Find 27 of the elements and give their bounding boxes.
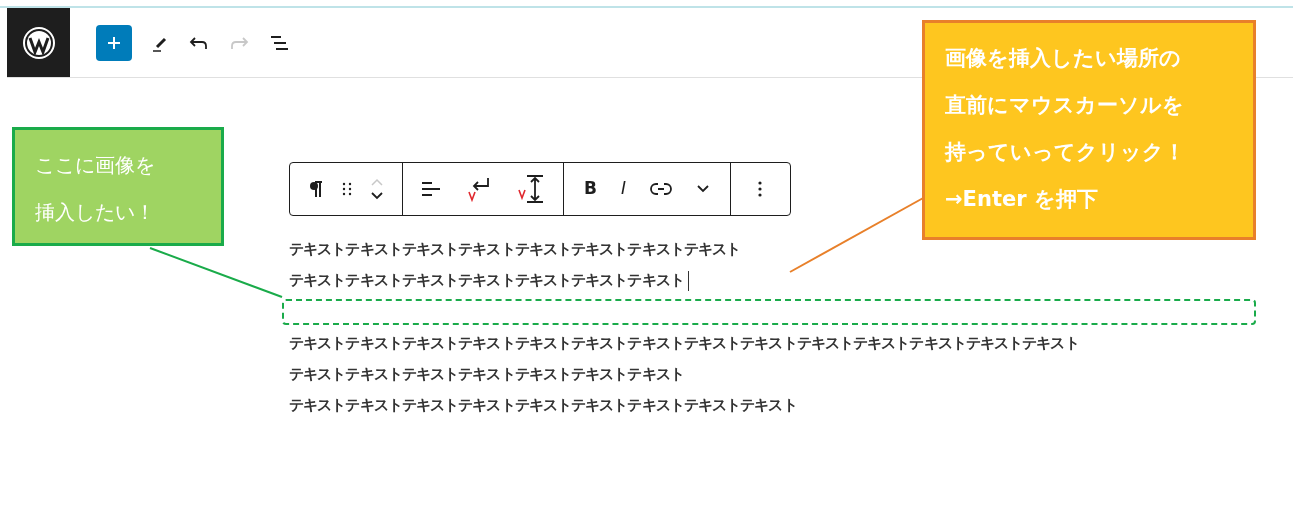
- line-break-icon[interactable]: [467, 176, 491, 202]
- paragraph-text: テキストテキストテキストテキストテキストテキストテキストテキスト: [289, 239, 741, 261]
- paragraph-text: テキストテキストテキストテキストテキストテキストテキストテキストテキスト: [289, 395, 797, 417]
- wordpress-logo-icon[interactable]: [7, 8, 70, 77]
- link-icon[interactable]: [650, 182, 672, 196]
- line-height-icon[interactable]: [517, 174, 545, 204]
- undo-icon[interactable]: [188, 34, 210, 51]
- paragraph-text: テキストテキストテキストテキストテキストテキストテキストテキストテキストテキストテキストテキストテキストテキスト: [289, 333, 1079, 355]
- move-down-icon[interactable]: [370, 192, 384, 200]
- drag-handle-icon[interactable]: [342, 182, 352, 196]
- callout-text: ここに画像を: [35, 152, 156, 179]
- paragraph-text: テキストテキストテキストテキストテキストテキストテキスト: [289, 364, 684, 386]
- more-options-icon[interactable]: [758, 181, 763, 197]
- bold-button[interactable]: B: [584, 176, 597, 202]
- callout-text: 持っていってクリック！: [945, 139, 1186, 166]
- chevron-down-icon[interactable]: [696, 185, 710, 193]
- callout-text: 直前にマウスカーソルを: [945, 92, 1185, 119]
- callout-text: →Enter を押下: [945, 186, 1099, 213]
- callout-text: 画像を挿入したい場所の: [945, 45, 1182, 72]
- add-block-button[interactable]: [96, 24, 132, 61]
- italic-button[interactable]: I: [620, 176, 626, 202]
- align-left-icon[interactable]: [421, 180, 441, 198]
- paragraph-text: テキストテキストテキストテキストテキストテキストテキスト: [289, 270, 684, 292]
- callout-text: 挿入したい！: [35, 199, 156, 226]
- plus-icon: [106, 34, 122, 51]
- paragraph-icon[interactable]: [308, 180, 324, 198]
- list-view-icon[interactable]: [268, 34, 290, 51]
